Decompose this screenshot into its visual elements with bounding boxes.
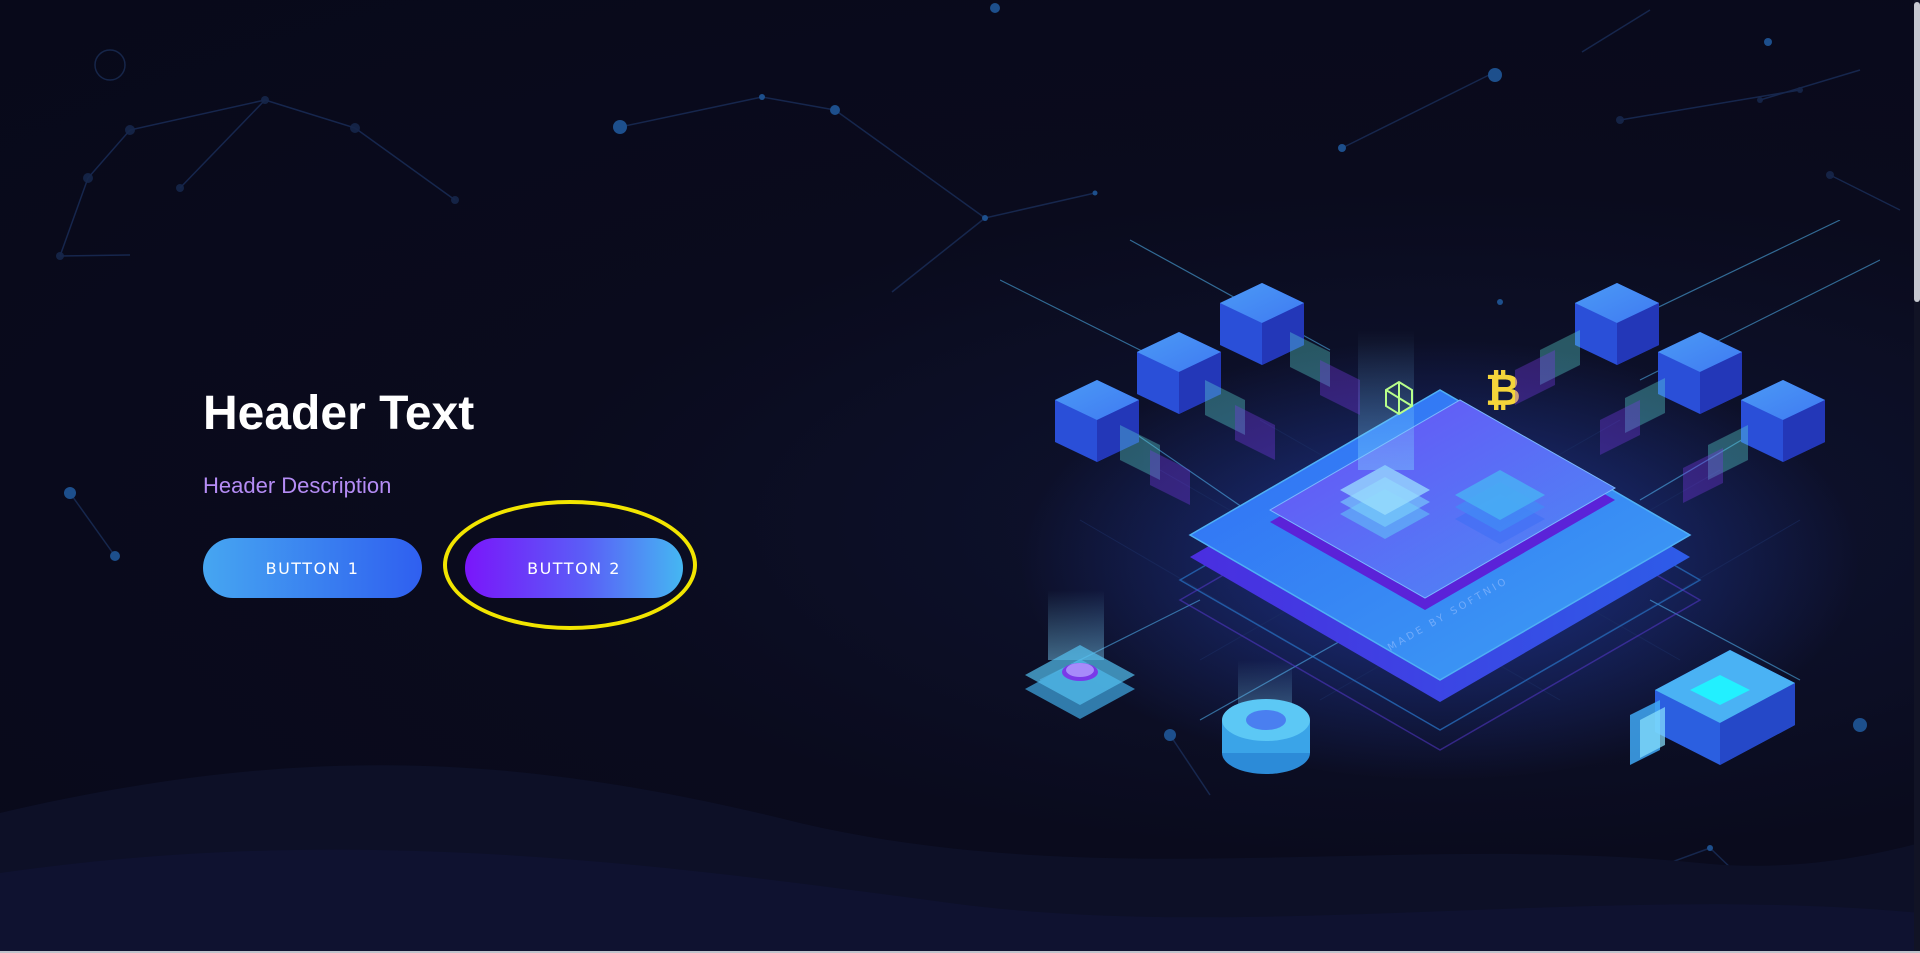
- scrollbar[interactable]: [1914, 0, 1920, 953]
- scrollbar-thumb[interactable]: [1914, 2, 1920, 302]
- header-description: Header Description: [203, 473, 392, 498]
- blockchain-illustration: MADE BY SOFTNIO ₿: [1000, 220, 1880, 780]
- hero-section: Header Text Header Description BUTTON 1 …: [203, 385, 763, 630]
- header-title: Header Text: [203, 387, 475, 440]
- button-2-wrapper: BUTTON 2: [443, 500, 697, 630]
- button-1[interactable]: BUTTON 1: [203, 538, 422, 598]
- button-2[interactable]: BUTTON 2: [465, 538, 683, 598]
- hero-button-row: BUTTON 1 BUTTON 2: [203, 500, 763, 630]
- landing-page: Header Text Header Description BUTTON 1 …: [0, 0, 1920, 953]
